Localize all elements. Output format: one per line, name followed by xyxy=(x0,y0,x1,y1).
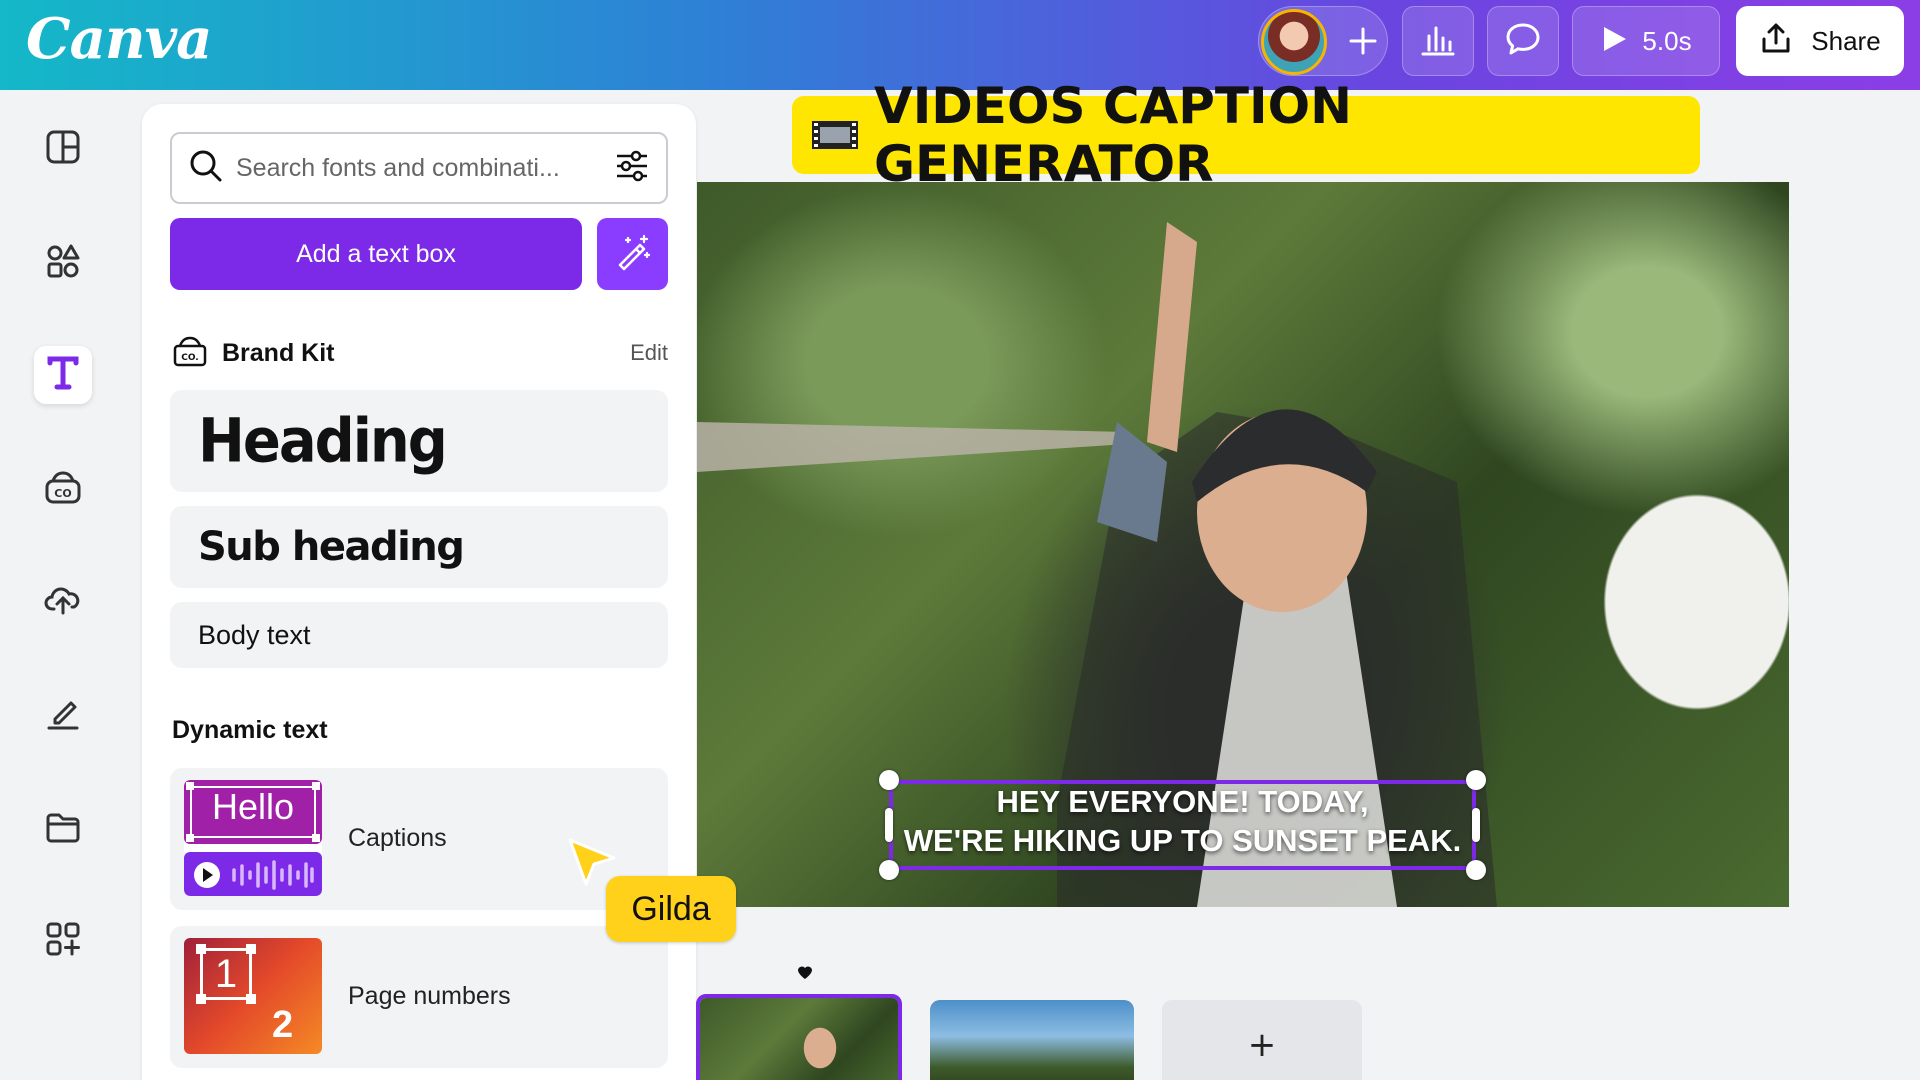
page-numbers-thumb-bottom: 2 xyxy=(272,1004,294,1046)
search-icon xyxy=(188,148,224,188)
comment-icon xyxy=(1504,21,1542,61)
caption-text[interactable]: HEY EVERYONE! TODAY, WE'RE HIKING UP TO … xyxy=(889,782,1476,860)
uploads-icon xyxy=(44,582,82,620)
brand-kit-label: Brand Kit xyxy=(222,338,335,367)
add-text-box-button[interactable]: Add a text box xyxy=(170,218,582,290)
plus-icon[interactable] xyxy=(1339,17,1387,65)
share-label: Share xyxy=(1811,25,1881,56)
page-numbers-thumbnail: 1 2 xyxy=(184,938,322,1054)
share-icon xyxy=(1759,21,1793,62)
waveform-icon xyxy=(230,858,316,896)
play-button[interactable]: 5.0s xyxy=(1572,6,1720,76)
rail-elements[interactable] xyxy=(34,234,92,292)
play-duration: 5.0s xyxy=(1642,25,1692,56)
search-box xyxy=(170,132,668,204)
film-strip-icon xyxy=(810,106,860,164)
left-rail: CO xyxy=(0,90,128,1080)
page-numbers-thumb-top: 1 xyxy=(214,952,238,996)
body-text-sample: Body text xyxy=(198,619,311,650)
captions-label: Captions xyxy=(348,824,447,852)
rail-text[interactable] xyxy=(34,346,92,404)
search-input[interactable] xyxy=(236,138,614,198)
avatar[interactable] xyxy=(1261,9,1327,75)
caption-line-1: HEY EVERYONE! TODAY, xyxy=(996,784,1369,819)
rail-uploads[interactable] xyxy=(34,572,92,630)
add-subheading-card[interactable]: Sub heading xyxy=(170,506,668,588)
dynamic-text-title: Dynamic text xyxy=(172,716,328,744)
svg-text:CO: CO xyxy=(54,487,71,500)
banner-title: VIDEOS CAPTION GENERATOR xyxy=(874,77,1352,193)
projects-icon xyxy=(45,810,81,848)
add-heading-card[interactable]: Heading xyxy=(170,390,668,492)
magic-wand-icon xyxy=(614,233,652,275)
design-icon xyxy=(45,129,81,169)
apps-icon xyxy=(45,921,81,961)
rail-design[interactable] xyxy=(34,120,92,178)
elements-icon xyxy=(45,243,81,283)
text-icon xyxy=(45,355,81,395)
share-button[interactable]: Share xyxy=(1736,6,1904,76)
heading-sample: Heading xyxy=(198,405,448,477)
draw-icon xyxy=(45,695,81,735)
page-thumbnail-2[interactable] xyxy=(930,1000,1134,1080)
page-thumbnail-1[interactable] xyxy=(696,994,902,1080)
subheading-sample: Sub heading xyxy=(198,524,465,570)
analytics-button[interactable] xyxy=(1402,6,1474,76)
caption-line-2: WE'RE HIKING UP TO SUNSET PEAK. xyxy=(903,823,1462,858)
rail-draw[interactable] xyxy=(34,686,92,744)
resize-handle-bottom-right[interactable] xyxy=(1466,860,1486,880)
svg-text:CO.: CO. xyxy=(181,353,198,363)
brand-kit-edit-link[interactable]: Edit xyxy=(630,340,668,366)
rail-brand[interactable]: CO xyxy=(34,460,92,518)
add-page-button[interactable]: + xyxy=(1162,1000,1362,1080)
page-numbers-card[interactable]: 1 2 Page numbers xyxy=(170,926,668,1068)
analytics-icon xyxy=(1419,22,1457,60)
play-icon xyxy=(1600,24,1628,58)
captions-thumbnail: Hello xyxy=(184,780,322,896)
magic-write-button[interactable] xyxy=(597,218,668,290)
brand-icon: CO xyxy=(44,469,82,509)
filter-icon[interactable] xyxy=(614,148,650,188)
resize-handle-bottom-left[interactable] xyxy=(879,860,899,880)
playhead-icon[interactable] xyxy=(796,966,814,986)
brand-kit-row: CO. Brand Kit Edit xyxy=(172,332,668,374)
add-body-text-card[interactable]: Body text xyxy=(170,602,668,668)
captions-thumb-text: Hello xyxy=(211,786,295,827)
brand-kit-icon: CO. xyxy=(172,334,208,372)
rail-apps[interactable] xyxy=(34,912,92,970)
page-numbers-label: Page numbers xyxy=(348,982,511,1010)
canva-logo[interactable]: Canva xyxy=(26,6,212,72)
rail-projects[interactable] xyxy=(34,800,92,858)
title-banner: VIDEOS CAPTION GENERATOR xyxy=(792,77,1700,193)
collaborators-group[interactable] xyxy=(1258,6,1388,76)
play-circle-icon xyxy=(192,860,222,894)
comment-button[interactable] xyxy=(1487,6,1559,76)
collaborator-name-tag: Gilda xyxy=(606,876,736,942)
